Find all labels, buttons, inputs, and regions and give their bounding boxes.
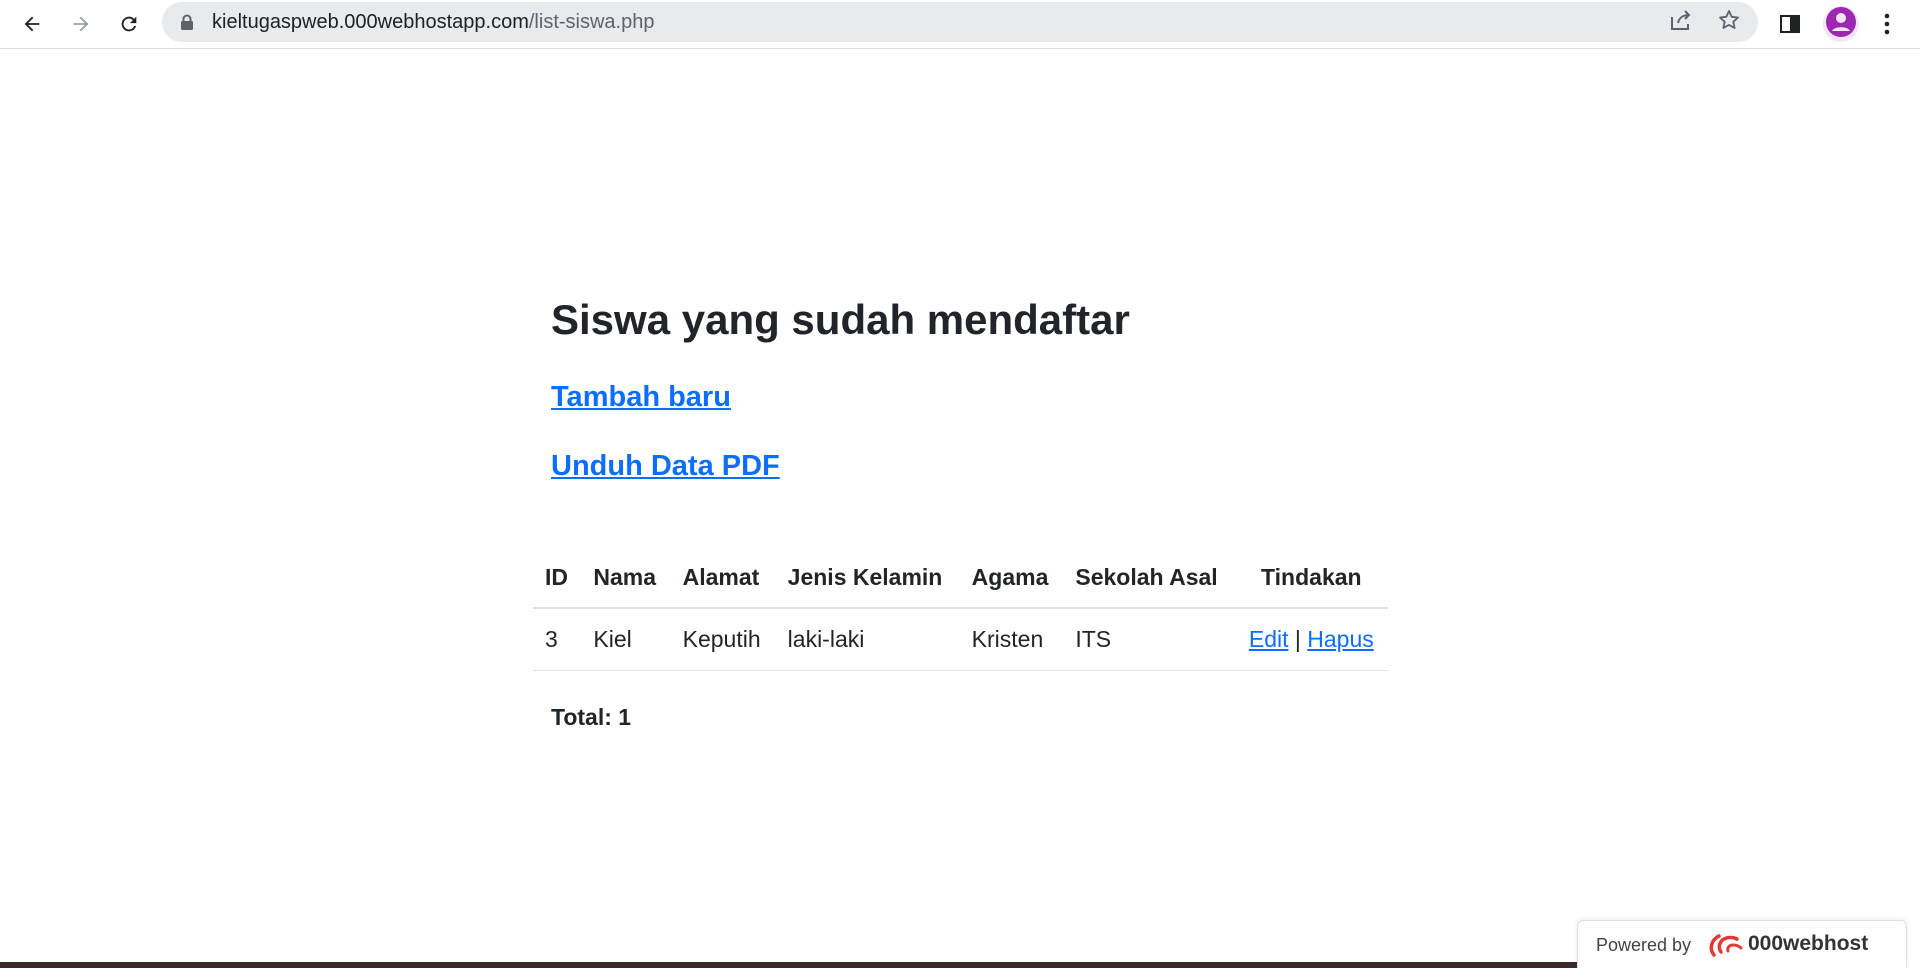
download-pdf-link[interactable]: Unduh Data PDF: [551, 450, 780, 482]
powered-by-badge[interactable]: Powered by 000webhost: [1577, 920, 1907, 968]
students-table: ID Nama Alamat Jenis Kelamin Agama Sekol…: [533, 548, 1388, 671]
menu-icon: [1884, 13, 1890, 35]
powered-by-text: Powered by: [1596, 935, 1692, 955]
header-jenis-kelamin: Jenis Kelamin: [775, 548, 960, 609]
cell-nama: Kiel: [581, 608, 671, 671]
address-bar[interactable]: kieltugaspweb.000webhostapp.com/list-sis…: [162, 2, 1758, 42]
header-nama: Nama: [581, 548, 671, 609]
cell-tindakan: Edit | Hapus: [1234, 608, 1388, 671]
webhost-brand: 000webhost: [1748, 932, 1869, 955]
edit-link[interactable]: Edit: [1249, 626, 1289, 652]
add-new-heading: Tambah baru: [551, 380, 731, 414]
share-button[interactable]: [1666, 7, 1696, 37]
forward-button[interactable]: [63, 6, 99, 42]
cell-alamat: Keputih: [670, 608, 776, 671]
bookmark-button[interactable]: [1714, 7, 1744, 37]
reload-button[interactable]: [111, 6, 147, 42]
star-icon: [1717, 8, 1741, 37]
bottom-strip: [0, 962, 1577, 968]
cell-sekolah-asal: ITS: [1063, 608, 1235, 671]
reload-icon: [118, 13, 140, 35]
back-button[interactable]: [14, 6, 50, 42]
header-tindakan: Tindakan: [1234, 548, 1388, 609]
header-sekolah-asal: Sekolah Asal: [1063, 548, 1235, 609]
avatar-icon: [1826, 6, 1856, 42]
cell-id: 3: [533, 608, 582, 671]
lock-icon: [180, 14, 194, 36]
page-title: Siswa yang sudah mendaftar: [551, 296, 1130, 343]
total-count: Total: 1: [551, 704, 632, 730]
webhost-logo-icon: [1706, 929, 1744, 964]
cell-jenis-kelamin: laki-laki: [775, 608, 960, 671]
back-icon: [21, 13, 43, 35]
table-header-row: ID Nama Alamat Jenis Kelamin Agama Sekol…: [533, 548, 1388, 609]
forward-icon: [70, 13, 92, 35]
browser-menu-button[interactable]: [1869, 6, 1905, 42]
url-host: kieltugaspweb.000webhostapp.com: [212, 11, 529, 33]
add-new-link[interactable]: Tambah baru: [551, 381, 731, 413]
table-row: 3 Kiel Keputih laki-laki Kristen ITS Edi…: [533, 608, 1388, 671]
header-alamat: Alamat: [670, 548, 776, 609]
cell-agama: Kristen: [959, 608, 1064, 671]
download-pdf-heading: Unduh Data PDF: [551, 449, 780, 483]
share-icon: [1669, 9, 1693, 36]
header-id: ID: [533, 548, 582, 609]
header-agama: Agama: [959, 548, 1064, 609]
url-text[interactable]: kieltugaspweb.000webhostapp.com/list-sis…: [212, 11, 654, 33]
side-panel-button[interactable]: [1772, 6, 1808, 42]
url-path: /list-siswa.php: [528, 11, 655, 33]
action-separator: |: [1294, 625, 1301, 652]
browser-toolbar: kieltugaspweb.000webhostapp.com/list-sis…: [0, 0, 1920, 49]
profile-button[interactable]: [1823, 6, 1859, 42]
side-panel-icon: [1779, 13, 1801, 35]
delete-link[interactable]: Hapus: [1307, 626, 1373, 652]
